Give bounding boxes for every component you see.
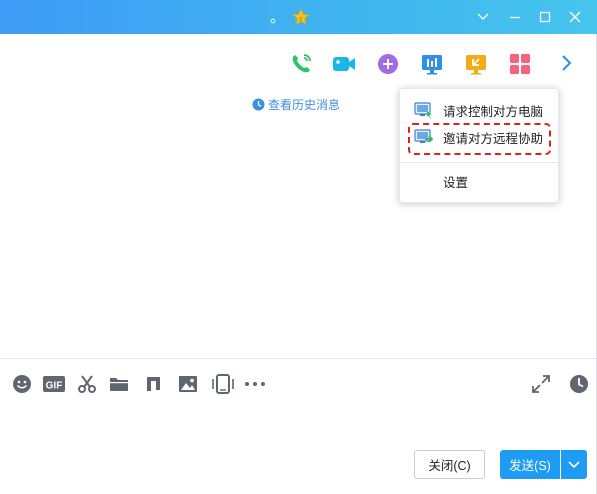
add-member-icon[interactable] xyxy=(374,50,404,78)
folder-icon[interactable] xyxy=(108,373,130,395)
close-icon[interactable] xyxy=(562,4,588,30)
minimize-icon[interactable] xyxy=(502,4,528,30)
video-call-icon[interactable] xyxy=(330,50,360,78)
menu-item-invite-assist[interactable]: 邀请对方远程协助 xyxy=(400,124,560,150)
chat-window: 。 z 查看历史消息 请求控制对方电脑 邀请对方远程协助 设置 GIF 关闭(C… xyxy=(0,0,597,494)
title-bar[interactable]: 。 z xyxy=(0,0,597,34)
expand-icon[interactable] xyxy=(530,373,552,395)
collapse-icon[interactable] xyxy=(470,4,496,30)
gif-label: GIF xyxy=(46,381,63,392)
menu-item-label: 设置 xyxy=(443,175,469,190)
emoji-icon[interactable] xyxy=(11,373,33,395)
menu-item-settings[interactable]: 设置 xyxy=(400,168,560,194)
close-button[interactable]: 关闭(C) xyxy=(414,450,485,479)
window-title: 。 xyxy=(270,8,286,26)
chevron-down-icon xyxy=(568,461,580,469)
apps-icon[interactable] xyxy=(506,50,536,78)
more-icon[interactable] xyxy=(243,373,267,395)
input-divider xyxy=(0,358,596,359)
share-screen-icon[interactable] xyxy=(418,50,448,78)
send-options-button[interactable] xyxy=(561,450,587,479)
shake-icon[interactable] xyxy=(210,373,236,395)
maximize-icon[interactable] xyxy=(532,4,558,30)
remote-assist-menu: 请求控制对方电脑 邀请对方远程协助 设置 xyxy=(399,88,560,203)
menu-item-label: 请求控制对方电脑 xyxy=(443,104,544,119)
music-icon[interactable] xyxy=(142,373,164,395)
remote-assist-icon[interactable] xyxy=(462,50,492,78)
gif-icon[interactable]: GIF xyxy=(42,373,66,395)
send-button[interactable]: 发送(S) xyxy=(500,450,560,479)
remote-control-icon xyxy=(414,101,434,119)
menu-item-label: 邀请对方远程协助 xyxy=(443,131,544,146)
scissors-icon[interactable] xyxy=(76,373,98,395)
menu-divider xyxy=(400,162,560,163)
chevron-right-icon[interactable] xyxy=(553,50,583,78)
voice-call-icon[interactable] xyxy=(287,50,317,78)
view-history-link[interactable]: 查看历史消息 xyxy=(252,95,340,113)
remote-invite-icon xyxy=(414,128,434,146)
svg-text:z: z xyxy=(299,16,302,23)
star-badge-icon: z xyxy=(292,7,310,26)
image-icon[interactable] xyxy=(177,373,199,395)
clock-icon xyxy=(252,98,265,110)
clock-icon[interactable] xyxy=(568,373,590,395)
view-history-label: 查看历史消息 xyxy=(268,97,341,112)
menu-item-request-control[interactable]: 请求控制对方电脑 xyxy=(400,97,560,123)
